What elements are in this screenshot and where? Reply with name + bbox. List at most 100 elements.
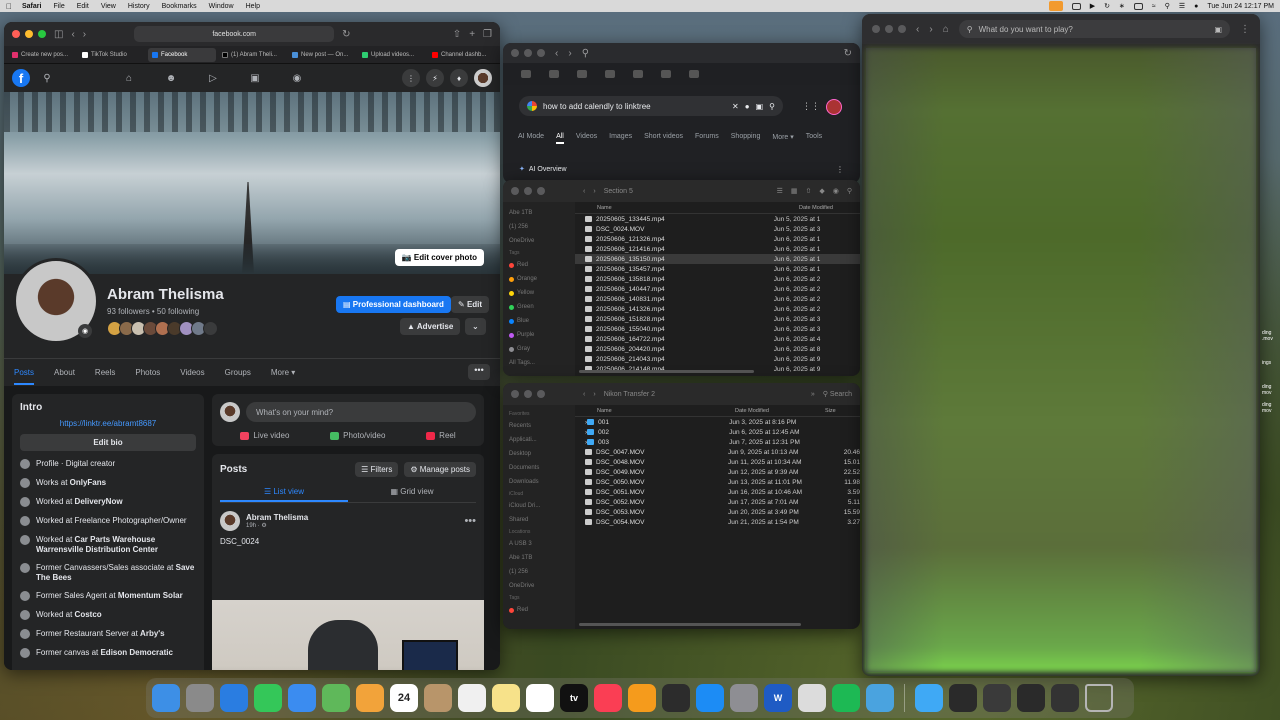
action-icon[interactable]: ◉	[833, 187, 839, 195]
menu-view[interactable]: View	[101, 3, 116, 10]
intro-detail-link[interactable]: Edison Democratic	[100, 648, 172, 657]
file-row[interactable]: 20250606_164722.mp4 Jun 6, 2025 at 4	[575, 334, 860, 344]
share-icon[interactable]: ⇧	[805, 187, 811, 195]
sidebar-item[interactable]: Blue	[509, 314, 569, 328]
menu-file[interactable]: File	[53, 3, 64, 10]
manage-posts-button[interactable]: ⚙ Manage posts	[404, 462, 476, 477]
list-view-tab[interactable]: ☰ List view	[220, 483, 348, 502]
menu-history[interactable]: History	[128, 3, 150, 10]
stack-1-icon[interactable]	[949, 684, 977, 712]
apps-grid-icon[interactable]: ⋮⋮	[802, 101, 820, 112]
launchpad-icon[interactable]	[186, 684, 214, 712]
file-row[interactable]: DSC_0048.MOV Jun 11, 2025 at 10:34 AM 15.0…	[575, 457, 860, 467]
reminders-icon[interactable]	[458, 684, 486, 712]
browser-tab[interactable]: Upload videos...	[358, 48, 426, 62]
close-window-button[interactable]	[511, 390, 519, 398]
edit-bio-button[interactable]: Edit bio	[20, 434, 196, 451]
tab-reels[interactable]: Reels	[95, 368, 115, 377]
intro-detail-link[interactable]: OnlyFans	[70, 478, 106, 487]
watch-icon[interactable]: ▷	[206, 73, 220, 84]
downloads-folder-icon[interactable]	[915, 684, 943, 712]
file-row[interactable]: DSC_0024.MOV Jun 5, 2025 at 3	[575, 224, 860, 234]
sidebar-item[interactable]: Documents	[509, 461, 569, 475]
filter-ai-mode[interactable]: AI Mode	[518, 133, 544, 144]
back-icon[interactable]: ‹	[916, 24, 919, 35]
reload-icon[interactable]: ↻	[844, 48, 852, 59]
browser-tab[interactable]	[605, 70, 615, 78]
back-icon[interactable]: ‹	[555, 48, 558, 59]
post-video-thumbnail[interactable]: ✎	[212, 600, 484, 670]
music-icon[interactable]	[594, 684, 622, 712]
tag-icon[interactable]: ◆	[819, 187, 824, 195]
browser-tab[interactable]	[689, 70, 699, 78]
file-row[interactable]: 20250606_121326.mp4 Jun 6, 2025 at 1	[575, 234, 860, 244]
close-window-button[interactable]	[511, 49, 519, 57]
gaming-icon[interactable]: ◉	[290, 73, 304, 84]
follower-stats[interactable]: 93 followers • 50 following	[107, 307, 199, 316]
file-row[interactable]: 20250606_140831.mp4 Jun 6, 2025 at 2	[575, 294, 860, 304]
bluetooth-icon[interactable]: ∗	[1119, 2, 1125, 10]
file-row[interactable]: 20250606_121416.mp4 Jun 6, 2025 at 1	[575, 244, 860, 254]
search-icon[interactable]: ⚲	[847, 187, 852, 195]
app-store-icon[interactable]	[696, 684, 724, 712]
file-row[interactable]: 20250606_135818.mp4 Jun 6, 2025 at 2	[575, 274, 860, 284]
column-date-header[interactable]: Date Modified	[735, 408, 825, 414]
sidebar-item[interactable]: Red	[509, 258, 569, 272]
sidebar-item[interactable]: Orange	[509, 272, 569, 286]
tab-more[interactable]: More ▾	[271, 368, 295, 377]
messages-icon[interactable]	[254, 684, 282, 712]
sidebar-item[interactable]: Yellow	[509, 286, 569, 300]
intro-detail-link[interactable]: Costco	[75, 610, 102, 619]
sidebar-item[interactable]: (1) 256	[509, 220, 569, 234]
trash-icon[interactable]	[1085, 684, 1113, 712]
desktop-file-label[interactable]: mov	[1262, 408, 1273, 414]
menu-grid-icon[interactable]: ⋮	[402, 69, 420, 87]
wifi-icon[interactable]: ≈	[1152, 3, 1156, 10]
siri-icon[interactable]: ●	[1194, 3, 1198, 10]
messenger-icon[interactable]: ⚡	[426, 69, 444, 87]
post-options-icon[interactable]: •••	[464, 515, 476, 527]
control-center-icon[interactable]: ☰	[1179, 2, 1185, 10]
browser-tab[interactable]	[633, 70, 643, 78]
search-submit-icon[interactable]: ⚲	[769, 102, 775, 111]
freeform-icon[interactable]	[526, 684, 554, 712]
file-row[interactable]: DSC_0047.MOV Jun 9, 2025 at 10:13 AM 20.46	[575, 447, 860, 457]
filter-videos[interactable]: Videos	[576, 133, 597, 144]
edit-cover-photo-button[interactable]: 📷 Edit cover photo	[394, 249, 484, 266]
pages-icon[interactable]	[628, 684, 656, 712]
file-row[interactable]: DSC_0049.MOV Jun 12, 2025 at 9:39 AM 22.52	[575, 467, 860, 477]
menu-clock[interactable]: Tue Jun 24 12:17 PM	[1207, 3, 1274, 10]
close-window-button[interactable]	[511, 187, 519, 195]
new-tab-icon[interactable]: +	[469, 29, 475, 40]
intro-detail-link[interactable]: Momentum Solar	[118, 591, 183, 600]
minimize-window-button[interactable]	[524, 187, 532, 195]
browser-tab-active[interactable]: Facebook	[148, 47, 216, 62]
file-row[interactable]: 20250606_135150.mp4 Jun 6, 2025 at 1	[575, 254, 860, 264]
zoom-window-button[interactable]	[537, 390, 545, 398]
spotify-icon[interactable]	[832, 684, 860, 712]
camera-icon[interactable]: ◉	[78, 324, 92, 338]
sidebar-item[interactable]: Purple	[509, 328, 569, 342]
view-options-icon[interactable]: ☰	[777, 187, 783, 195]
tab-about[interactable]: About	[54, 368, 75, 377]
sidebar-item[interactable]: Green	[509, 300, 569, 314]
file-row[interactable]: DSC_0054.MOV Jun 21, 2025 at 1:54 PM 3.27	[575, 517, 860, 527]
profile-options-button[interactable]: •••	[468, 364, 490, 380]
file-row[interactable]: DSC_0052.MOV Jun 17, 2025 at 7:01 AM 5.11	[575, 497, 860, 507]
finder-icon[interactable]	[152, 684, 180, 712]
browser-tab[interactable]: Create new pos...	[8, 48, 76, 62]
folder-row[interactable]: › 002 Jun 6, 2025 at 12:45 AM	[575, 427, 860, 437]
voice-search-icon[interactable]: ●	[745, 102, 750, 111]
folder-row[interactable]: › 003 Jun 7, 2025 at 12:31 PM	[575, 437, 860, 447]
advertise-button[interactable]: ▲ Advertise	[400, 318, 461, 335]
safari-icon[interactable]	[220, 684, 248, 712]
browser-tab[interactable]	[577, 70, 587, 78]
google-account-avatar[interactable]	[826, 99, 842, 115]
back-icon[interactable]: ‹	[583, 188, 585, 195]
quicktime-icon[interactable]	[662, 684, 690, 712]
back-icon[interactable]: ‹	[583, 391, 585, 398]
account-avatar[interactable]	[474, 69, 492, 87]
menu-bookmarks[interactable]: Bookmarks	[162, 3, 197, 10]
professional-dashboard-button[interactable]: ▤ Professional dashboard	[336, 296, 451, 313]
minimize-window-button[interactable]	[25, 30, 33, 38]
